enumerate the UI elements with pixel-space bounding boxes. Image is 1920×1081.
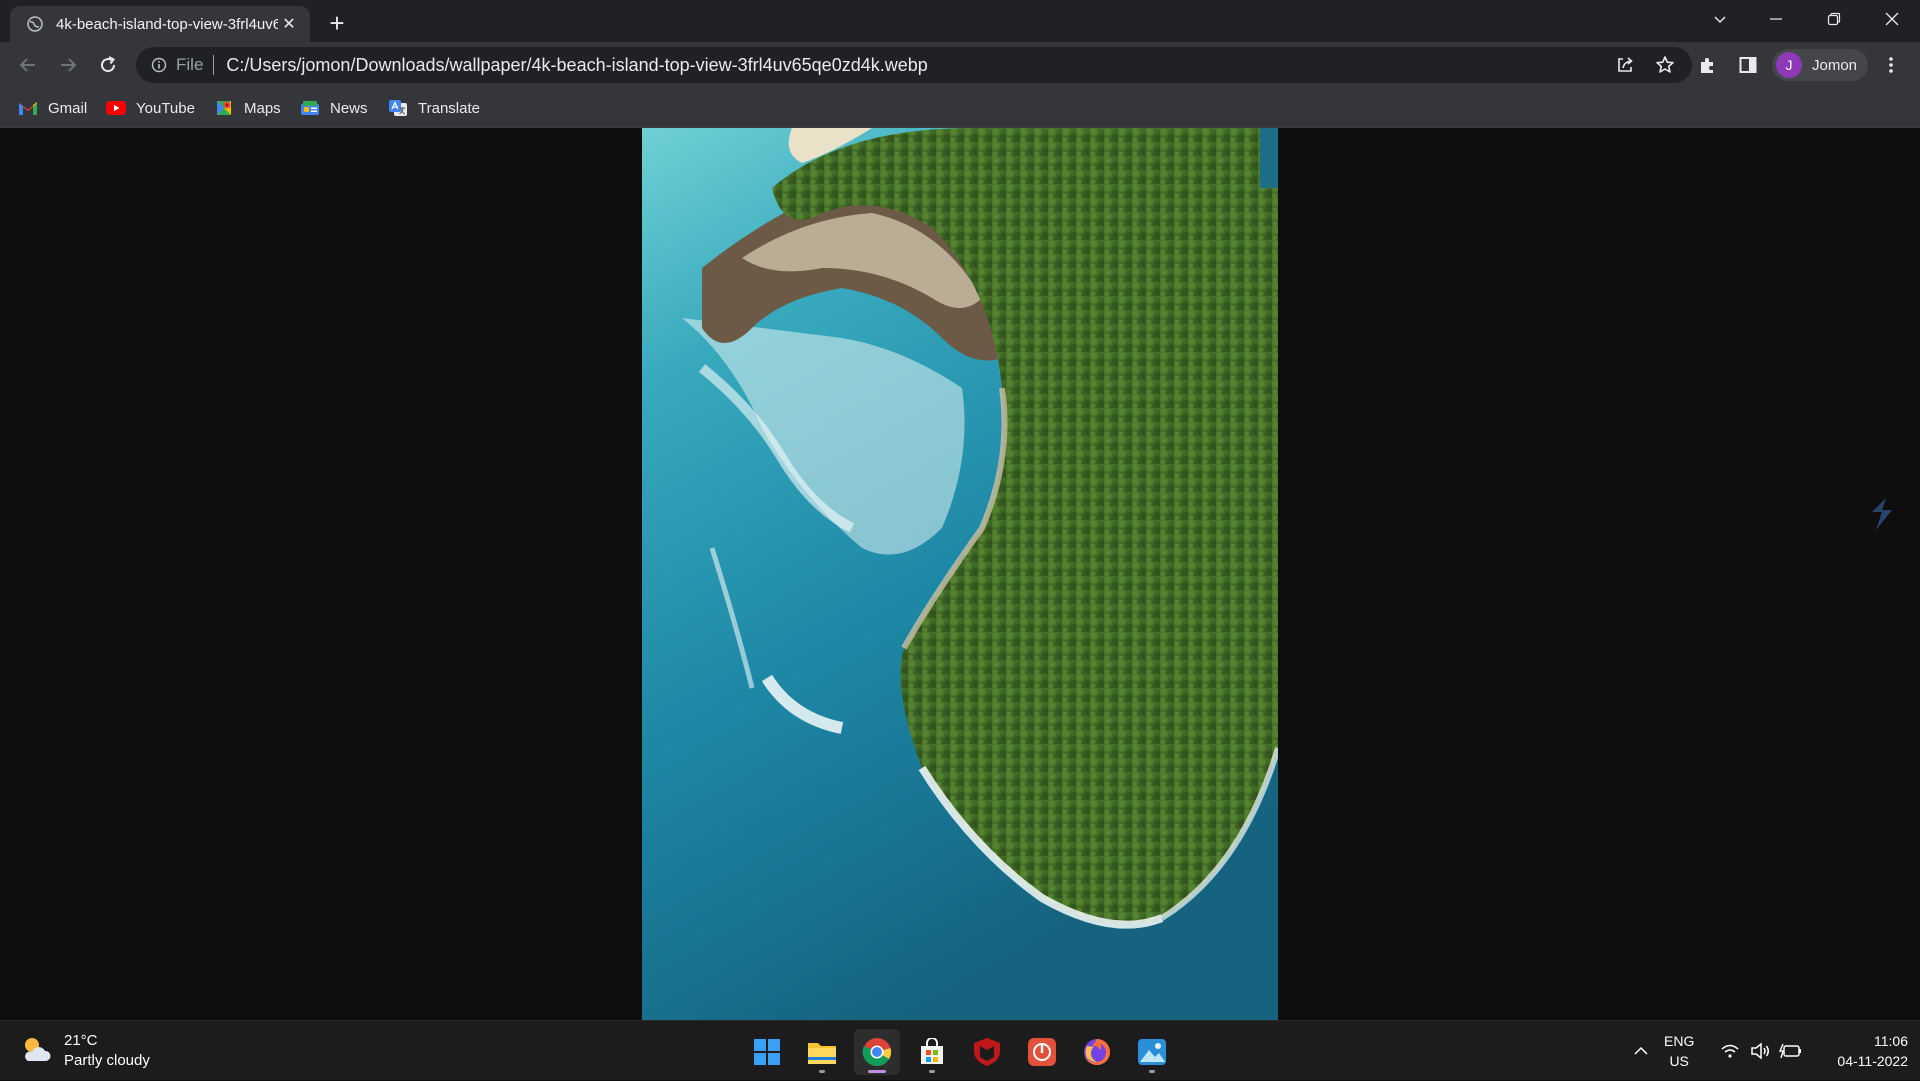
side-panel-icon[interactable] xyxy=(1733,50,1763,80)
taskbar-file-explorer[interactable] xyxy=(799,1029,845,1075)
running-indicator xyxy=(1149,1070,1155,1073)
language-region: US xyxy=(1669,1053,1689,1069)
chevron-up-icon xyxy=(1634,1046,1648,1055)
language-indicator[interactable]: ENG US xyxy=(1664,1031,1694,1071)
profile-button[interactable]: J Jomon xyxy=(1772,49,1868,81)
image-viewer xyxy=(0,128,1920,1020)
clock-time: 11:06 xyxy=(1874,1033,1908,1049)
minimize-icon xyxy=(1770,18,1782,20)
weather-widget[interactable]: 21°C Partly cloudy xyxy=(20,1031,150,1071)
bookmark-label: News xyxy=(330,99,368,117)
translate-icon xyxy=(388,99,408,117)
taskbar-store[interactable] xyxy=(909,1029,955,1075)
start-button[interactable] xyxy=(744,1029,790,1075)
share-icon[interactable] xyxy=(1612,52,1638,78)
floating-extension-icon[interactable] xyxy=(1862,488,1902,540)
youtube-icon xyxy=(106,99,126,117)
photos-icon xyxy=(1138,1039,1166,1065)
new-tab-button[interactable]: + xyxy=(322,8,352,38)
restore-button[interactable] xyxy=(1806,0,1862,38)
menu-button[interactable] xyxy=(1876,50,1906,80)
bookmarks-bar: Gmail YouTube Maps News Translate xyxy=(0,88,1920,128)
bookmark-translate[interactable]: Translate xyxy=(388,96,480,120)
url-separator xyxy=(213,55,215,75)
bookmark-label: Maps xyxy=(244,99,281,117)
bookmark-maps[interactable]: Maps xyxy=(214,96,281,120)
running-indicator xyxy=(929,1070,935,1073)
restore-icon xyxy=(1827,12,1841,26)
bookmark-label: Translate xyxy=(418,99,480,117)
running-indicator xyxy=(819,1070,825,1073)
language-code: ENG xyxy=(1664,1033,1695,1049)
bookmark-label: YouTube xyxy=(136,99,195,117)
maps-icon xyxy=(214,99,234,117)
tab-close-icon[interactable]: ✕ xyxy=(278,13,300,35)
chevron-down-icon xyxy=(1714,16,1726,24)
windows-icon xyxy=(754,1039,780,1065)
gmail-icon xyxy=(18,99,38,117)
profile-name: Jomon xyxy=(1812,56,1858,74)
minimize-button[interactable] xyxy=(1748,0,1804,38)
globe-icon xyxy=(26,15,44,33)
extensions-icon[interactable] xyxy=(1693,50,1723,80)
close-window-button[interactable] xyxy=(1864,0,1920,38)
arrow-left-icon xyxy=(19,58,35,72)
chrome-icon xyxy=(862,1038,892,1066)
arrow-right-icon xyxy=(61,58,77,72)
news-icon xyxy=(300,99,320,117)
system-clock[interactable]: 11:06 04-11-2022 xyxy=(1818,1031,1908,1071)
power-app-icon xyxy=(1028,1038,1056,1066)
tab-search-button[interactable] xyxy=(1692,0,1748,38)
avatar: J xyxy=(1776,52,1802,78)
island-aerial-photo xyxy=(642,128,1278,1020)
browser-tab[interactable]: 4k-beach-island-top-view-3frl4uv65qe0zd4… xyxy=(10,6,310,42)
clock-date: 04-11-2022 xyxy=(1837,1053,1908,1069)
bookmark-gmail[interactable]: Gmail xyxy=(18,96,87,120)
firefox-icon xyxy=(1084,1039,1110,1065)
url-scheme: File xyxy=(176,55,204,74)
address-bar[interactable]: File C:/Users/jomon/Downloads/wallpaper/… xyxy=(136,47,1692,83)
partly-cloudy-icon xyxy=(20,1035,52,1068)
show-hidden-icons-button[interactable] xyxy=(1626,1021,1656,1081)
mcafee-icon xyxy=(974,1038,1000,1066)
active-indicator xyxy=(868,1070,886,1073)
browser-toolbar: File C:/Users/jomon/Downloads/wallpaper/… xyxy=(0,42,1920,88)
reload-icon xyxy=(101,56,116,73)
info-icon[interactable] xyxy=(150,56,168,74)
taskbar: 21°C Partly cloudy ENG US 11:06 04-11-20… xyxy=(0,1020,1920,1080)
bookmark-youtube[interactable]: YouTube xyxy=(106,96,195,120)
volume-icon[interactable] xyxy=(1746,1021,1774,1081)
close-icon xyxy=(1885,12,1899,26)
store-icon xyxy=(921,1038,943,1064)
battery-charging-icon[interactable] xyxy=(1776,1021,1806,1081)
reload-button[interactable] xyxy=(92,49,124,81)
bookmark-star-icon[interactable] xyxy=(1652,52,1678,78)
bookmark-label: Gmail xyxy=(48,99,88,117)
taskbar-photos[interactable] xyxy=(1129,1029,1175,1075)
bookmark-news[interactable]: News xyxy=(300,96,368,120)
folder-icon xyxy=(808,1043,836,1064)
wifi-icon[interactable] xyxy=(1716,1021,1744,1081)
tab-title: 4k-beach-island-top-view-3frl4uv65qe0zd4… xyxy=(56,15,278,33)
taskbar-firefox[interactable] xyxy=(1074,1029,1120,1075)
url-text[interactable]: C:/Users/jomon/Downloads/wallpaper/4k-be… xyxy=(226,55,1598,76)
taskbar-power-app[interactable] xyxy=(1019,1029,1065,1075)
forward-button[interactable] xyxy=(52,49,84,81)
weather-temp: 21°C xyxy=(64,1032,98,1049)
weather-condition: Partly cloudy xyxy=(64,1052,150,1069)
tab-strip: 4k-beach-island-top-view-3frl4uv65qe0zd4… xyxy=(0,0,1920,42)
taskbar-chrome[interactable] xyxy=(854,1029,900,1075)
kebab-menu-icon xyxy=(1889,57,1893,73)
taskbar-mcafee[interactable] xyxy=(964,1029,1010,1075)
back-button[interactable] xyxy=(12,49,44,81)
